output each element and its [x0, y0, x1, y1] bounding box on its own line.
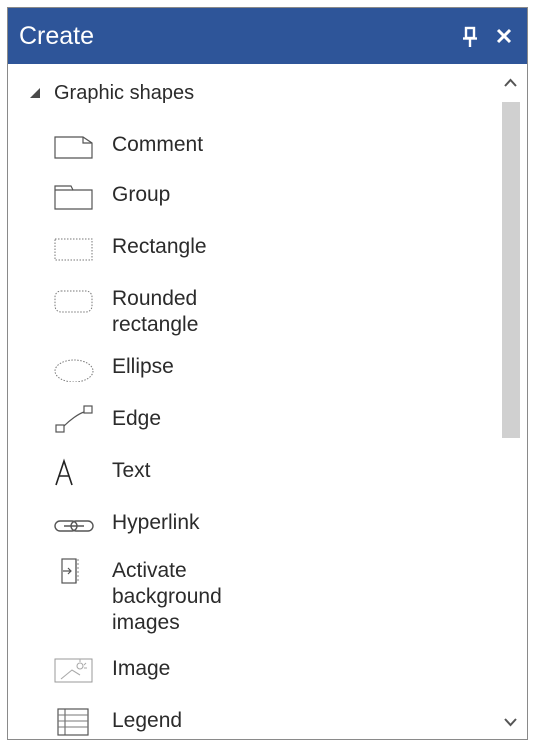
scroll-down-icon[interactable]: [494, 709, 527, 735]
shape-item-label: Legend: [112, 709, 183, 732]
shape-item-legend[interactable]: Legend: [52, 706, 452, 736]
pin-icon[interactable]: [461, 26, 479, 48]
panel-title: Create: [19, 22, 95, 50]
shape-item-label: Activate background images: [112, 559, 222, 634]
shape-item-activate-background-images[interactable]: Activate background images: [52, 556, 452, 636]
shape-item-label: Hyperlink: [112, 511, 200, 534]
group-graphic-shapes[interactable]: Graphic shapes: [28, 78, 194, 108]
shape-item-label: Ellipse: [112, 355, 174, 378]
shape-item-ellipse[interactable]: Ellipse: [52, 352, 452, 382]
shape-item-label: Rectangle: [112, 235, 207, 258]
text-icon: [55, 458, 73, 486]
vertical-scrollbar[interactable]: [494, 64, 527, 739]
scroll-up-icon[interactable]: [494, 70, 527, 96]
shape-item-group[interactable]: Group: [52, 180, 452, 210]
edge-icon: [55, 405, 93, 433]
shape-item-rectangle[interactable]: Rectangle: [52, 232, 452, 262]
ellipse-icon: [54, 359, 94, 382]
comment-icon: [54, 136, 93, 159]
panel-titlebar: Create: [8, 8, 527, 64]
shape-item-image[interactable]: Image: [52, 654, 452, 684]
group-icon: [54, 185, 93, 210]
scrollbar-thumb[interactable]: [502, 102, 520, 438]
shape-item-text[interactable]: Text: [52, 456, 452, 486]
shape-item-label: Comment: [112, 133, 204, 156]
image-icon: [54, 658, 93, 683]
shape-item-label: Edge: [112, 407, 162, 430]
shape-item-label: Text: [112, 459, 151, 482]
shape-item-label: Rounded rectangle: [112, 287, 199, 336]
hyperlink-icon: [54, 520, 94, 532]
activate-background-icon: [61, 558, 79, 584]
legend-icon: [57, 708, 89, 736]
expanded-triangle-icon[interactable]: [28, 86, 42, 100]
shape-item-edge[interactable]: Edge: [52, 404, 452, 434]
rectangle-icon: [54, 238, 93, 261]
close-icon[interactable]: [495, 26, 513, 46]
shape-item-label: Group: [112, 183, 171, 206]
create-panel: Create Graphic shapes Comment Group Rect…: [7, 7, 528, 740]
shape-item-rounded-rectangle[interactable]: Rounded rectangle: [52, 284, 452, 338]
shape-item-hyperlink[interactable]: Hyperlink: [52, 508, 452, 538]
rounded-rectangle-icon: [54, 290, 93, 313]
shape-item-label: Image: [112, 657, 171, 680]
group-label: Graphic shapes: [54, 81, 195, 104]
shape-item-comment[interactable]: Comment: [52, 130, 452, 160]
